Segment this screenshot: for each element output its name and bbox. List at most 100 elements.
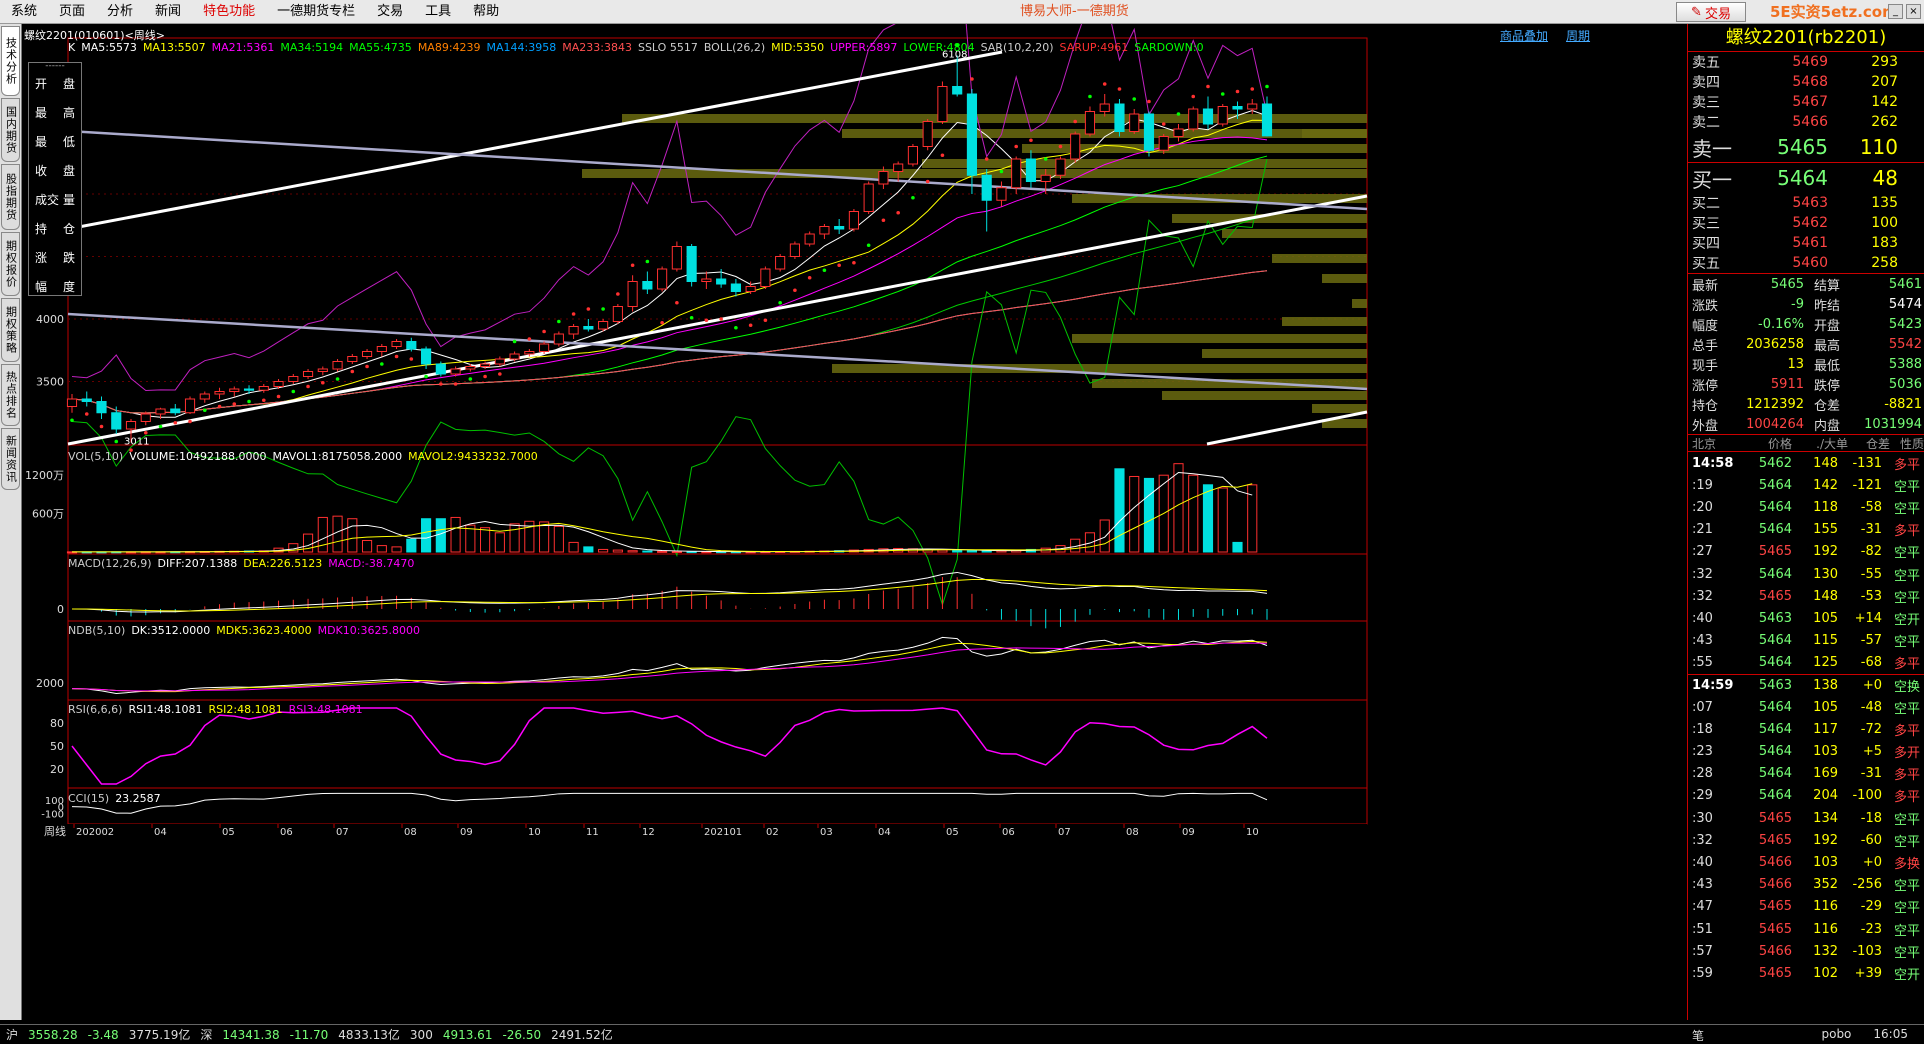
- menu-item-4[interactable]: 特色功能: [192, 0, 266, 24]
- overlay-row: 最低: [29, 127, 81, 156]
- overlay-label-a: 收: [35, 164, 48, 178]
- tick-oi-change: -31: [1860, 766, 1882, 782]
- candle-body: [627, 281, 638, 307]
- ask-row[interactable]: 卖二 5466 262: [1688, 112, 1924, 132]
- tick-row: :57 5466 132 -103 空平: [1688, 940, 1924, 962]
- tick-row: :23 5464 103 +5 多开: [1688, 740, 1924, 762]
- trade-button[interactable]: ✎ 交易: [1676, 2, 1746, 22]
- candle-body: [1025, 158, 1037, 182]
- candle-body: [834, 226, 845, 230]
- menu-item-5[interactable]: 一德期货专栏: [266, 0, 366, 24]
- left-tab-2[interactable]: 股指期货: [1, 164, 20, 230]
- tick-time: :23: [1692, 744, 1713, 760]
- tick-qty: 132: [1813, 943, 1838, 959]
- bid-label: 买四: [1692, 236, 1720, 252]
- chart-link-1[interactable]: 周期: [1566, 27, 1590, 44]
- tick-header-cell: 北京: [1692, 436, 1717, 451]
- status-right-item: pobo: [1821, 1027, 1852, 1041]
- bid-row[interactable]: 买五 5460 258: [1688, 253, 1924, 273]
- candle-body: [406, 341, 417, 350]
- tick-header: 北京 价格 ./大单 仓差 性质: [1688, 434, 1924, 452]
- bid-row[interactable]: 买一 5464 48: [1688, 163, 1924, 193]
- quote-value: 5474: [1888, 296, 1922, 312]
- quote-key: 昨结: [1814, 298, 1841, 314]
- quote-key: 结算: [1814, 278, 1841, 294]
- volume-profile-bar: [1072, 194, 1367, 203]
- left-tab-6[interactable]: 新闻资讯: [1, 428, 20, 490]
- volume-profile-bar: [1352, 299, 1367, 308]
- tick-oi-change: -121: [1852, 477, 1882, 493]
- menu-item-6[interactable]: 交易: [366, 0, 414, 24]
- menu-item-2[interactable]: 分析: [96, 0, 144, 24]
- tick-row: :51 5465 116 -23 空平: [1688, 918, 1924, 940]
- ask-row[interactable]: 卖四 5468 207: [1688, 72, 1924, 92]
- candle-body: [288, 376, 299, 382]
- overlay-label-b: 仓: [62, 222, 75, 236]
- tick-qty: 115: [1813, 633, 1838, 649]
- dk-line: [71, 636, 1268, 695]
- tick-row: :59 5465 102 +39 空开: [1688, 962, 1924, 984]
- menu-item-0[interactable]: 系统: [0, 0, 48, 24]
- indicator-value: MA13:5507: [142, 41, 206, 54]
- tick-row: :28 5464 169 -31 多平: [1688, 763, 1924, 785]
- volume-bar: [1188, 474, 1199, 553]
- indicator-value: MA144:3958: [486, 41, 557, 54]
- left-tab-5[interactable]: 热点排名: [1, 364, 20, 426]
- bid-row[interactable]: 买二 5463 135: [1688, 193, 1924, 213]
- tick-nature: 多平: [1893, 723, 1920, 739]
- tick-tab[interactable]: 笔: [1692, 1027, 1704, 1044]
- sar-dot: [365, 364, 369, 369]
- menu-item-8[interactable]: 帮助: [462, 0, 510, 24]
- ask-row[interactable]: 卖三 5467 142: [1688, 92, 1924, 112]
- chart-link-0[interactable]: 商品叠加: [1500, 27, 1548, 44]
- ask-row[interactable]: 卖一 5465 110: [1688, 132, 1924, 162]
- ask-row[interactable]: 卖五 5469 293: [1688, 52, 1924, 72]
- left-tab-0[interactable]: 技术分析: [1, 26, 20, 96]
- volume-bar: [981, 550, 992, 553]
- ask-price: 5465: [1777, 135, 1828, 159]
- tick-oi-change: -48: [1860, 699, 1882, 715]
- menu-item-1[interactable]: 页面: [48, 0, 96, 24]
- quote-row: 现手 13 最低 5388: [1688, 354, 1924, 374]
- close-icon[interactable]: ×: [1906, 4, 1921, 19]
- sar-dot: [261, 398, 266, 403]
- x-tick-label: 202002: [76, 827, 114, 838]
- left-tab-4[interactable]: 期权策略: [1, 298, 20, 362]
- tick-time: :28: [1692, 766, 1713, 782]
- x-tick-label: 07: [1058, 827, 1071, 838]
- tick-row: :43 5464 115 -57 空平: [1688, 630, 1924, 652]
- tick-time: :32: [1692, 832, 1713, 848]
- candle-body: [583, 326, 594, 330]
- volume-profile-bar: [1282, 317, 1367, 326]
- tick-row: :40 5463 105 +14 空开: [1688, 607, 1924, 629]
- rsi-line: [71, 707, 1268, 785]
- sar-dot: [143, 430, 148, 435]
- period-label: 周线: [44, 824, 66, 838]
- tick-time: :27: [1692, 544, 1713, 560]
- sar-dot: [1058, 144, 1063, 149]
- menu-item-3[interactable]: 新闻: [144, 0, 192, 24]
- tick-time: :59: [1692, 965, 1713, 981]
- menu-item-7[interactable]: 工具: [414, 0, 462, 24]
- ask-label: 卖四: [1692, 75, 1720, 91]
- tick-time: :43: [1692, 633, 1713, 649]
- tick-header-cell: 性质: [1899, 436, 1924, 451]
- left-tab-1[interactable]: 国内期货: [1, 98, 20, 162]
- bid-row[interactable]: 买四 5461 183: [1688, 233, 1924, 253]
- indicator-value: CCI(15): [68, 792, 110, 805]
- candle-body: [391, 341, 402, 347]
- tick-price: 5462: [1758, 455, 1792, 471]
- tick-row: :20 5464 118 -58 空平: [1688, 496, 1924, 518]
- minimize-icon[interactable]: _: [1888, 4, 1903, 19]
- bid-row[interactable]: 买三 5462 100: [1688, 213, 1924, 233]
- volume-bar: [553, 525, 564, 553]
- overlay-row: 成交量: [29, 185, 81, 214]
- sar-dot: [1220, 92, 1225, 96]
- bid-vol: 258: [1871, 255, 1898, 271]
- tick-price: 5466: [1758, 854, 1792, 870]
- tick-price: 5464: [1758, 477, 1792, 493]
- left-tab-3[interactable]: 期权报价: [1, 232, 20, 296]
- indicator-value: SAR(10,2,20): [980, 41, 1054, 54]
- x-tick-label: 10: [528, 827, 541, 838]
- overlay-label-a: 成交: [35, 193, 60, 207]
